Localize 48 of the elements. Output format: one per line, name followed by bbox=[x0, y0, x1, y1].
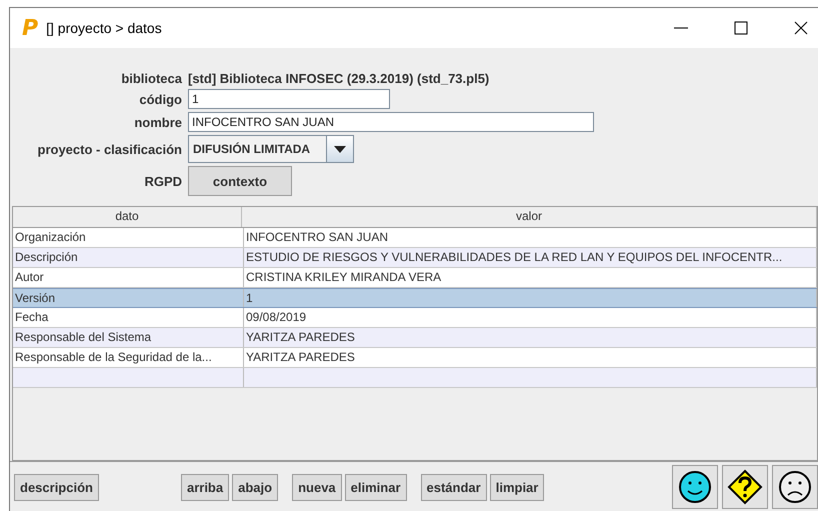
close-icon[interactable] bbox=[794, 21, 808, 35]
table-row[interactable]: Organización INFOCENTRO SAN JUAN bbox=[13, 228, 817, 248]
field-label: nombre bbox=[133, 114, 182, 130]
help-button[interactable] bbox=[722, 465, 768, 509]
table-cell: Organización bbox=[13, 228, 244, 247]
library-text: [std] Biblioteca INFOSEC (29.3.2019) (std_73.pl5) bbox=[188, 71, 490, 86]
toolbar-button[interactable]: limpiar bbox=[490, 474, 544, 500]
table-cell: YARITZA PAREDES bbox=[244, 328, 817, 347]
table-row[interactable]: Fecha 09/08/2019 bbox=[13, 308, 817, 328]
table-cell: YARITZA PAREDES bbox=[244, 348, 817, 367]
table-cell: ESTUDIO DE RIESGOS Y VULNERABILIDADES DE LA RED LAN Y EQUIPOS DEL INFOCENTR... bbox=[244, 248, 817, 267]
table-row[interactable]: Responsable del Sistema YARITZA PAREDES bbox=[13, 328, 817, 348]
maximize-icon[interactable] bbox=[734, 21, 748, 35]
classification-dropdown[interactable]: DIFUSIÓN LIMITADA bbox=[188, 135, 354, 163]
table-cell: INFOCENTRO SAN JUAN bbox=[244, 228, 817, 247]
table-row[interactable]: Responsable de la Seguridad de la... YARITZA PAREDES bbox=[13, 348, 817, 368]
code-field[interactable]: 1 bbox=[188, 89, 390, 109]
toolbar-button[interactable]: estándar bbox=[420, 474, 487, 500]
window-title: [] proyecto > datos bbox=[46, 20, 162, 36]
toolbar-button[interactable]: descripción bbox=[14, 474, 99, 500]
table-cell: Responsable de la Seguridad de la... bbox=[13, 348, 244, 367]
table-row[interactable]: Versión 1 bbox=[13, 288, 817, 308]
field-label: proyecto - clasificación bbox=[36, 142, 182, 156]
toolbar-button[interactable]: abajo bbox=[232, 474, 278, 500]
column-header[interactable]: valor bbox=[242, 207, 817, 227]
table-cell: 1 bbox=[244, 289, 817, 307]
column-header[interactable]: dato bbox=[13, 207, 242, 227]
table-cell: CRISTINA KRILEY MIRANDA VERA bbox=[244, 268, 817, 287]
table-cell: 09/08/2019 bbox=[244, 308, 817, 327]
table-cell: Autor bbox=[13, 268, 244, 287]
caret-icon bbox=[334, 146, 346, 152]
table-cell: Versión bbox=[13, 289, 244, 307]
table-cell: Responsable del Sistema bbox=[13, 328, 244, 347]
toolbar-button[interactable]: eliminar bbox=[344, 474, 407, 500]
field-label: RGPD bbox=[143, 174, 182, 188]
table-row[interactable]: Autor CRISTINA KRILEY MIRANDA VERA bbox=[13, 268, 817, 288]
field-label: código bbox=[138, 92, 182, 106]
toolbar-button[interactable]: arriba bbox=[180, 474, 230, 500]
table-cell: Fecha bbox=[13, 308, 244, 327]
field-label: biblioteca bbox=[120, 71, 182, 86]
table-cell: Descripción bbox=[13, 248, 244, 267]
context-button[interactable]: contexto bbox=[188, 166, 292, 196]
smiley-button[interactable] bbox=[672, 465, 718, 509]
toolbar-button[interactable]: nueva bbox=[292, 474, 342, 500]
table-row[interactable]: Descripción ESTUDIO DE RIESGOS Y VULNERABILIDADES DE LA RED LAN Y EQUIPOS DEL INFOCENTR... bbox=[13, 248, 817, 268]
name-field[interactable]: INFOCENTRO SAN JUAN bbox=[188, 112, 594, 132]
app-logo-icon: P bbox=[22, 16, 38, 40]
sad-face-button[interactable] bbox=[772, 465, 818, 509]
